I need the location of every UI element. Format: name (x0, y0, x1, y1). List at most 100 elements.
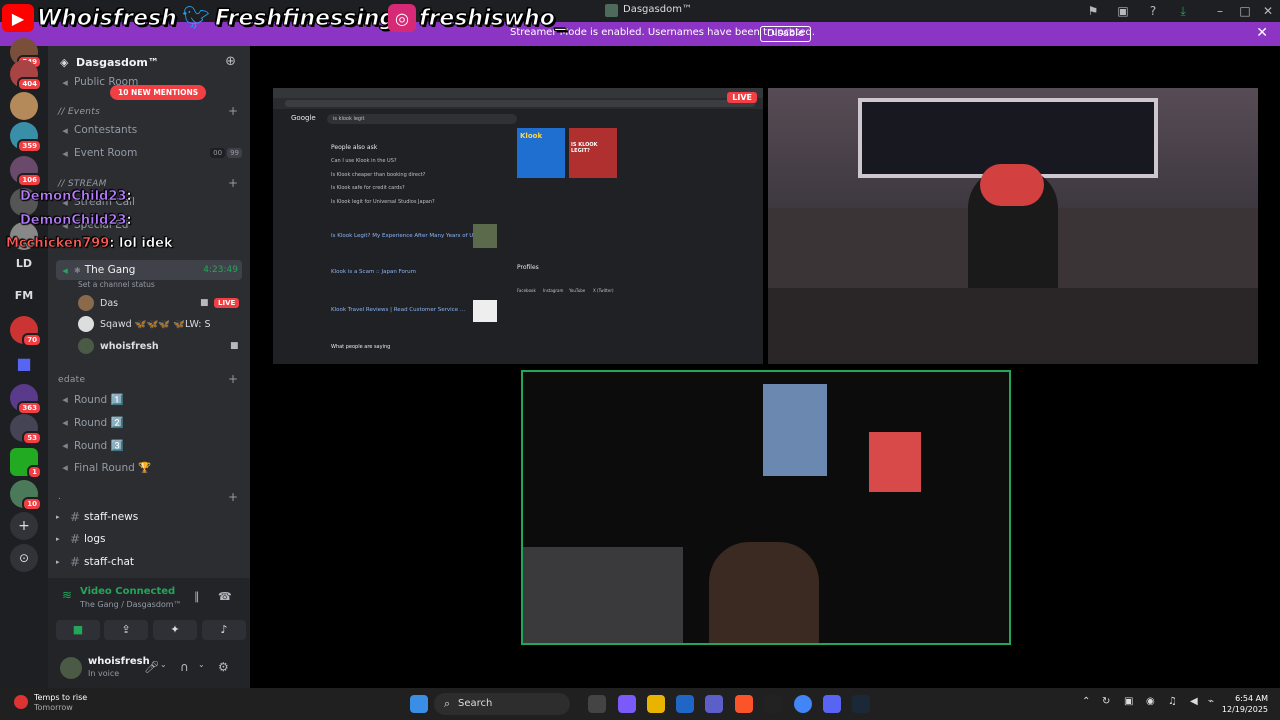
channel-staff-chat[interactable]: ▸ # staff-chat (56, 552, 242, 572)
server-icon[interactable]: 106 (10, 156, 42, 187)
task-view-icon[interactable] (588, 695, 606, 713)
weather-icon[interactable] (14, 695, 28, 709)
soundboard-button[interactable]: ♪ (202, 620, 246, 640)
category-misc[interactable]: . (58, 492, 61, 502)
channel-contestants[interactable]: ◂ Contestants (56, 120, 242, 140)
brave-icon[interactable] (735, 695, 753, 713)
app-tray-icon[interactable]: ▣ (1124, 696, 1133, 707)
screen-icon[interactable]: ▣ (1115, 3, 1131, 19)
banner-close-icon[interactable]: ✕ (1256, 25, 1268, 41)
system-clock[interactable]: 6:54 AM 12/19/2025 (1222, 693, 1268, 715)
channel-label: Round 3️⃣ (74, 439, 124, 452)
channel-the-gang[interactable]: ◂ ✱ The Gang 4:23:49 (56, 260, 242, 280)
voice-member[interactable]: whoisfresh ■ (78, 336, 239, 356)
channel-final-round[interactable]: ◂ Final Round 🏆 (56, 457, 242, 477)
category-edate[interactable]: edate (58, 375, 85, 385)
store-icon[interactable] (676, 695, 694, 713)
unread-badge: 10 (22, 497, 42, 511)
headphones-icon[interactable]: ∩ (180, 660, 189, 674)
sync-icon[interactable]: ↻ (1102, 696, 1110, 707)
server-icon[interactable]: 359 (10, 122, 42, 153)
taskbar-search[interactable]: Search (434, 693, 570, 715)
weather-widget[interactable]: Temps to rise Tomorrow (34, 693, 87, 713)
disable-button[interactable]: Disable (760, 26, 812, 42)
server-icon[interactable] (10, 92, 38, 120)
chevron-down-icon[interactable]: ⌄ (160, 660, 167, 669)
inbox-icon[interactable]: ⚑ (1085, 3, 1101, 19)
channel-staff-news[interactable]: ▸ # staff-news (56, 507, 242, 527)
add-channel-icon[interactable]: + (228, 372, 238, 386)
category-stream[interactable]: // STREAM (58, 179, 107, 189)
activities-button[interactable]: ✦ (153, 620, 197, 640)
search-icon: ⌕ (444, 697, 451, 710)
server-icon[interactable]: 70 (10, 316, 42, 347)
hash-icon: # (69, 532, 81, 546)
webcam-tile-whoisfresh[interactable] (521, 370, 1011, 645)
username[interactable]: whoisfresh (88, 656, 150, 667)
chat-message: DemonChild23: (20, 213, 132, 229)
app-icon[interactable] (764, 695, 782, 713)
server-icon[interactable]: 53 (10, 414, 42, 445)
screenshare-button[interactable]: ⇪ (104, 620, 148, 640)
help-icon[interactable]: ? (1145, 3, 1161, 19)
mic-icon[interactable]: 🎤︎ (144, 660, 159, 674)
add-channel-icon[interactable]: + (228, 104, 238, 118)
discord-icon[interactable] (823, 695, 841, 713)
chevron-down-icon[interactable]: ⌄ (198, 660, 205, 669)
voice-status[interactable]: Video Connected (80, 586, 175, 597)
channel-label: logs (84, 533, 106, 545)
paa-question: Is Klook cheaper than booking direct? (331, 172, 426, 178)
channel-round-1[interactable]: ◂ Round 1️⃣ (56, 389, 242, 409)
discover-icon[interactable]: ⊙ (10, 544, 38, 572)
channel-sidebar: ◈ Dasgasdom™ ⊕ ◂ Public Room 10 NEW MENTI… (48, 46, 250, 688)
category-events[interactable]: // Events (58, 107, 100, 117)
camera-button[interactable]: ■ (56, 620, 100, 640)
close-icon[interactable]: ✕ (1260, 3, 1276, 19)
chrome-icon[interactable] (794, 695, 812, 713)
screenshare-tile[interactable]: Google is klook legit People also ask Ca… (273, 88, 763, 364)
server-icon[interactable]: 363 (10, 384, 42, 415)
hash-icon: # (69, 555, 81, 569)
add-channel-icon[interactable]: + (228, 490, 238, 504)
server-fm[interactable]: FM (10, 282, 38, 310)
paa-heading: People also ask (331, 144, 378, 151)
avatar[interactable] (60, 657, 82, 679)
maximize-icon[interactable]: □ (1237, 3, 1253, 19)
noise-suppression-icon[interactable]: ∥ (194, 590, 200, 603)
mic-tray-icon[interactable]: ♫ (1168, 696, 1177, 707)
server-icon[interactable]: 1 (10, 448, 42, 479)
teams-icon[interactable] (705, 695, 723, 713)
channel-round-3[interactable]: ◂ Round 3️⃣ (56, 435, 242, 455)
server-icon[interactable]: 404 (10, 60, 42, 91)
google-search-box: is klook legit (327, 114, 517, 124)
volume-icon[interactable]: ◀ (1190, 696, 1198, 707)
add-server-icon[interactable]: + (10, 512, 38, 540)
set-status-link[interactable]: Set a channel status (78, 280, 155, 289)
new-mentions-pill[interactable]: 10 NEW MENTIONS (110, 85, 207, 100)
server-icon[interactable]: 10 (10, 480, 42, 511)
gear-icon[interactable]: ⚙ (218, 660, 229, 674)
add-channel-icon[interactable]: + (228, 176, 238, 190)
invite-icon[interactable]: ⊕ (225, 54, 236, 69)
download-icon[interactable]: ⤓ (1175, 3, 1191, 19)
minimize-icon[interactable]: – (1212, 3, 1228, 19)
channel-event-room[interactable]: ◂ Event Room 00 99 (56, 143, 242, 163)
server-ld[interactable]: LD (10, 250, 38, 278)
steam-icon[interactable] (852, 695, 870, 713)
voice-member[interactable]: Sqawd 🦋🦋🦋 🦋LW: S (78, 314, 211, 334)
disconnect-icon[interactable]: ☎ (218, 590, 232, 603)
channel-round-2[interactable]: ◂ Round 2️⃣ (56, 412, 242, 432)
unread-badge: 363 (17, 401, 42, 415)
location-icon[interactable]: ◉ (1146, 696, 1155, 707)
start-icon[interactable] (410, 695, 428, 713)
voice-member[interactable]: Das ■ LIVE (78, 293, 240, 313)
channel-logs[interactable]: ▸ # logs (56, 529, 242, 549)
webcam-tile-das[interactable] (768, 88, 1258, 364)
file-explorer-icon[interactable] (647, 695, 665, 713)
chat-text: : (126, 213, 132, 229)
network-icon[interactable]: ⌁ (1208, 696, 1214, 707)
copilot-icon[interactable] (618, 695, 636, 713)
chevron-up-icon[interactable]: ⌃ (1082, 696, 1090, 707)
server-badge-icon: ◈ (60, 56, 69, 69)
folder-icon[interactable]: ■ (10, 350, 38, 378)
